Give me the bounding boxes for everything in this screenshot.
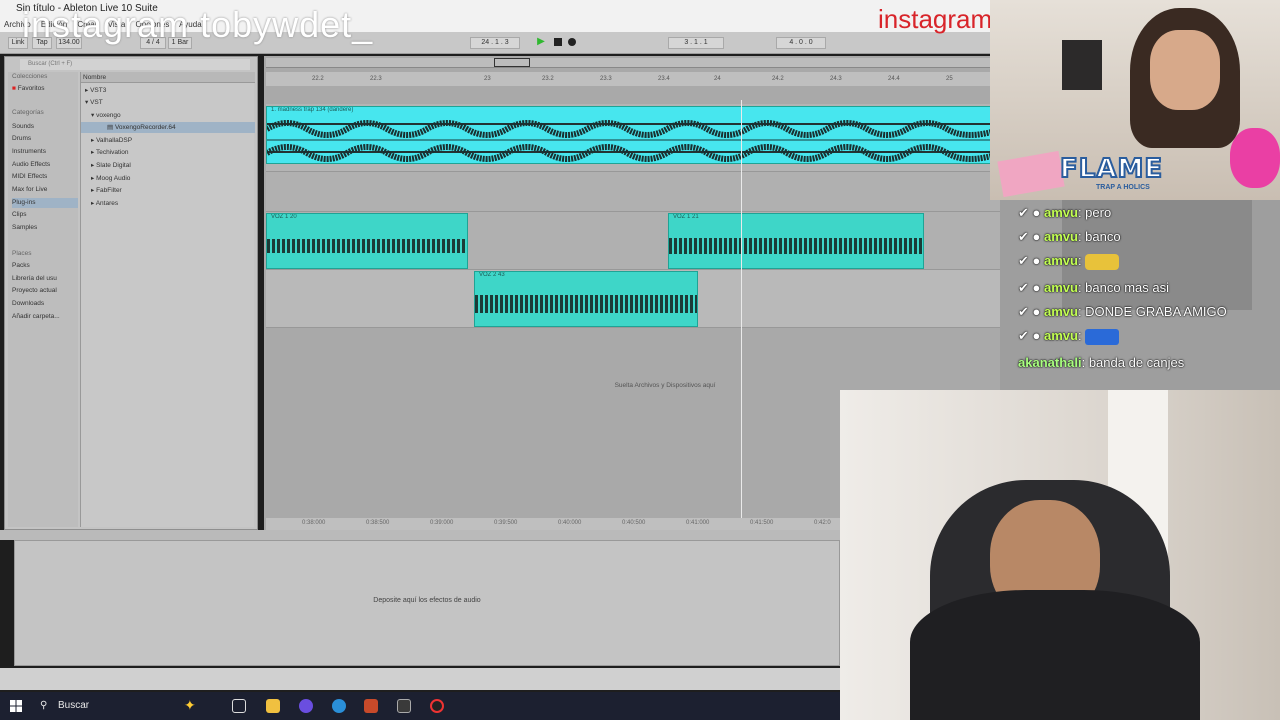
- sidebar-item-downloads[interactable]: Downloads: [12, 299, 44, 309]
- list-item[interactable]: ▾ VST: [81, 97, 255, 108]
- chat-message: ✔ ● amvu:: [1018, 253, 1120, 270]
- flame-logo-subtitle: TRAP A HOLICS: [1096, 184, 1150, 191]
- sidebar-item-favoritos[interactable]: ■ Favoritos: [12, 84, 44, 94]
- list-item[interactable]: ▸ ValhallaDSP: [81, 135, 255, 146]
- chat-badge-icon: ✔ ●: [1018, 253, 1044, 268]
- stop-icon: [554, 38, 562, 46]
- sidebar-item-max-for-live[interactable]: Max for Live: [12, 185, 47, 195]
- waveform: [267, 120, 999, 162]
- stop-button[interactable]: [552, 37, 564, 49]
- chat-message: ✔ ● amvu: DONDE GRABA AMIGO: [1018, 304, 1227, 319]
- list-item[interactable]: ▸ VST3: [81, 85, 255, 96]
- list-item-selected[interactable]: ▤ VoxengoRecorder.64: [81, 122, 255, 133]
- face: [1150, 30, 1220, 110]
- browser-sidebar: Colecciones ■ Favoritos Categorías Sound…: [8, 72, 78, 527]
- sidebar-item-user-library[interactable]: Librería del usu: [12, 274, 57, 284]
- emote-icon: [1085, 328, 1120, 345]
- list-item[interactable]: ▸ FabFilter: [81, 185, 255, 196]
- loop-length-field[interactable]: 4 . 0 . 0: [776, 37, 826, 49]
- windows-taskbar: ⚲ Buscar ✦: [0, 692, 840, 720]
- poster: [1062, 40, 1102, 90]
- position-field[interactable]: 24 . 1 . 3: [470, 37, 520, 49]
- chat-badge-icon: ✔ ●: [1018, 304, 1044, 319]
- flame-logo-text: FLAME: [1059, 153, 1164, 185]
- shirt: [910, 590, 1200, 720]
- status-bar: [0, 668, 840, 690]
- list-item[interactable]: ▸ Techivation: [81, 147, 255, 158]
- winrar-icon[interactable]: [364, 699, 378, 713]
- search-icon: ⚲: [40, 700, 48, 711]
- chat-badge-icon: ✔ ●: [1018, 328, 1044, 343]
- task-view-icon[interactable]: [232, 699, 246, 713]
- beat-ruler[interactable]: 22.2 22.3 23 23.2 23.3 23.4 24 24.2 24.3…: [266, 72, 1000, 86]
- chat-message: ✔ ● amvu:: [1018, 328, 1120, 345]
- collections-header: Colecciones: [12, 73, 48, 80]
- audio-clip-beat[interactable]: 1. madness trap 134 (dandere): [266, 106, 1000, 164]
- edge-icon[interactable]: [332, 699, 346, 713]
- browser-file-list: Nombre ▸ VST3 ▾ VST ▾ voxengo ▤ VoxengoR…: [80, 72, 255, 527]
- sidebar-item-instruments[interactable]: Instruments: [12, 147, 46, 157]
- record-button[interactable]: [566, 37, 578, 49]
- browser-search-input[interactable]: Buscar (Ctrl + F): [20, 59, 250, 70]
- instagram-overlay-text-right: instagram: [878, 4, 993, 34]
- sidebar-item-current-project[interactable]: Proyecto actual: [12, 286, 57, 296]
- loop-start-field[interactable]: 3 . 1 . 1: [668, 37, 724, 49]
- sidebar-item-plug-ins[interactable]: Plug-ins: [12, 198, 78, 208]
- drop-files-hint: Suelta Archivos y Dispositivos aquí: [614, 382, 716, 389]
- categories-header: Categorías: [12, 109, 44, 116]
- list-item[interactable]: ▸ Slate Digital: [81, 160, 255, 171]
- overview-viewport[interactable]: [494, 58, 530, 67]
- sidebar-item-samples[interactable]: Samples: [12, 223, 37, 233]
- taskbar-search[interactable]: ⚲ Buscar: [36, 698, 176, 714]
- track-lane-empty[interactable]: [266, 172, 1000, 212]
- copilot-icon[interactable]: ✦: [184, 697, 196, 714]
- sidebar-item-packs[interactable]: Packs: [12, 261, 30, 271]
- drop-effects-hint: Deposite aquí los efectos de audio: [373, 597, 481, 604]
- list-header-name[interactable]: Nombre: [81, 72, 255, 83]
- audio-clip-voz1-a[interactable]: VOZ 1 20: [266, 213, 468, 269]
- file-explorer-icon[interactable]: [266, 699, 280, 713]
- ableton-live-icon[interactable]: [397, 699, 411, 713]
- list-item[interactable]: ▸ Antares: [81, 198, 255, 209]
- list-item[interactable]: ▾ voxengo: [81, 110, 255, 121]
- detail-divider[interactable]: [0, 530, 840, 540]
- chat-message: ✔ ● amvu: pero: [1018, 205, 1112, 220]
- play-icon: ▶: [537, 36, 545, 47]
- playhead: [741, 100, 742, 520]
- time-ruler[interactable]: 0:38:000 0:38:500 0:39:000 0:39:500 0:40…: [266, 518, 840, 530]
- chat-badge-icon: ✔ ●: [1018, 280, 1044, 295]
- waveform: [475, 295, 697, 313]
- play-button[interactable]: ▶: [534, 37, 548, 49]
- sidebar-item-audio-effects[interactable]: Audio Effects: [12, 160, 50, 170]
- obs-icon[interactable]: [430, 699, 444, 713]
- waveform: [669, 238, 923, 254]
- sidebar-item-drums[interactable]: Drums: [12, 134, 31, 144]
- windows-start-icon[interactable]: [10, 700, 22, 712]
- sidebar-item-clips[interactable]: Clips: [12, 210, 26, 220]
- places-header: Places: [12, 250, 32, 257]
- chat-message: akanathali: banda de canjes: [1018, 355, 1185, 370]
- money-icon: [997, 150, 1065, 198]
- instagram-overlay-text: instagram tobywdet_: [22, 4, 374, 45]
- sidebar-item-midi-effects[interactable]: MIDI Effects: [12, 172, 47, 182]
- chat-badge-icon: ✔ ●: [1018, 205, 1044, 220]
- webcam-streamer-2: [840, 390, 1280, 720]
- chat-message: ✔ ● amvu: banco mas asi: [1018, 280, 1169, 295]
- buddha-icon: [1230, 128, 1280, 188]
- audio-clip-voz1-b[interactable]: VOZ 1 21: [668, 213, 924, 269]
- list-item[interactable]: ▸ Moog Audio: [81, 173, 255, 184]
- record-icon: [568, 38, 576, 46]
- plugin-icon: ▤: [107, 124, 115, 131]
- waveform: [267, 239, 467, 253]
- chat-message: ✔ ● amvu: banco: [1018, 229, 1121, 244]
- sidebar-item-add-folder[interactable]: Añadir carpeta...: [12, 312, 60, 322]
- app-icon[interactable]: [299, 699, 313, 713]
- flame-banner: FLAME TRAP A HOLICS: [997, 128, 1280, 200]
- chat-badge-icon: ✔ ●: [1018, 229, 1044, 244]
- arrangement-overview[interactable]: [266, 58, 1000, 68]
- audio-clip-voz2[interactable]: VOZ 2 43: [474, 271, 698, 327]
- sidebar-item-sounds[interactable]: Sounds: [12, 122, 34, 132]
- emote-icon: [1085, 253, 1120, 270]
